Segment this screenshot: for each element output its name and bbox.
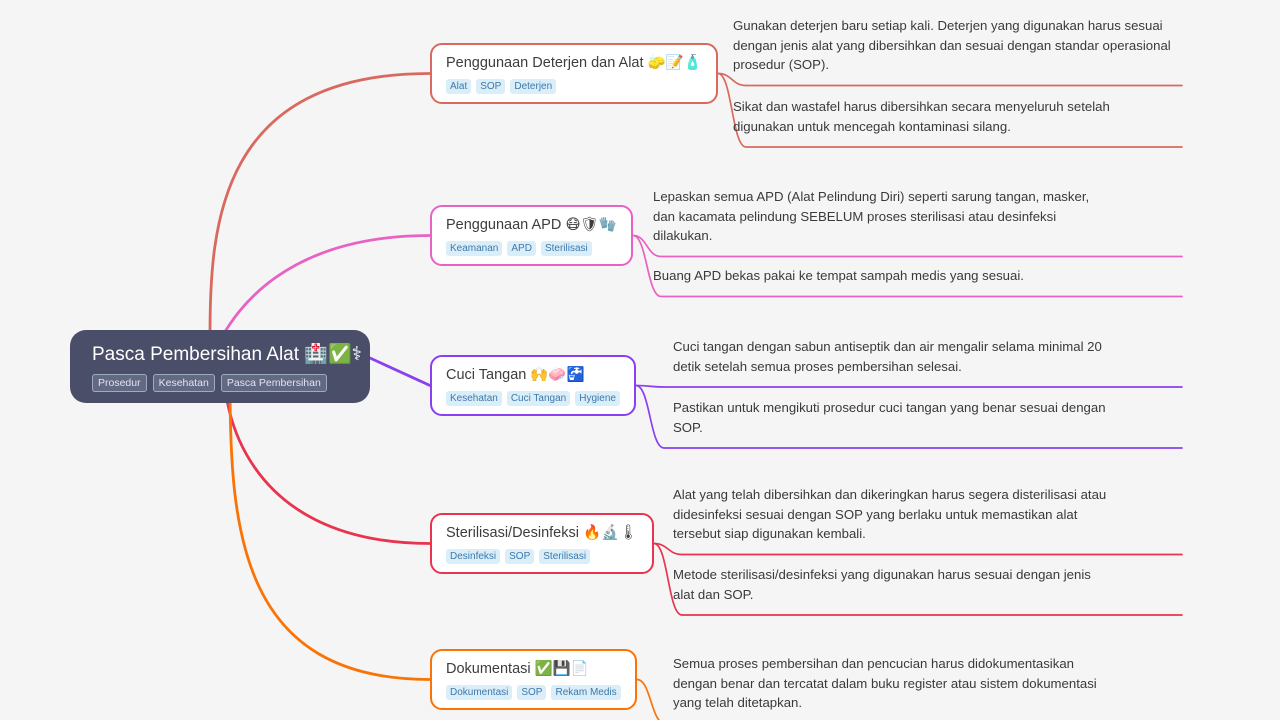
connector — [368, 356, 432, 387]
branch-node-tags: Alat SOP Deterjen — [446, 79, 702, 94]
branch-tag[interactable]: Rekam Medis — [551, 685, 621, 700]
branch-tag[interactable]: SOP — [517, 685, 547, 700]
branch-node[interactable]: Cuci Tangan 🙌🧼🚰 Kesehatan Cuci Tangan Hygie… — [430, 355, 636, 416]
connector — [223, 380, 432, 545]
connector — [213, 234, 432, 347]
connector — [228, 380, 432, 681]
branch-node-title: Dokumentasi ✅💾📄 — [446, 661, 589, 677]
root-tag[interactable]: Pasca Pembersihan — [220, 374, 327, 392]
branch-node-title: Penggunaan APD 😷🛡🧤 — [446, 217, 617, 233]
branch-node[interactable]: Penggunaan Deterjen dan Alat 🧽📝🧴 Alat SOP D… — [430, 43, 718, 104]
connector — [717, 72, 1183, 87]
root-tag[interactable]: Kesehatan — [152, 374, 215, 392]
branch-node-tags: Desinfeksi SOP Sterilisasi — [446, 549, 638, 564]
root-node-title: Pasca Pembersihan Alat 🏥✅⚕ — [92, 344, 362, 365]
branch-tag[interactable]: Dokumentasi — [446, 685, 513, 700]
branch-node-tags: Keamanan APD Sterilisasi — [446, 241, 617, 256]
connector — [653, 542, 1183, 556]
branch-tag[interactable]: Keamanan — [446, 241, 503, 256]
branch-tag[interactable]: APD — [507, 241, 536, 256]
branch-tag[interactable]: Hygiene — [575, 391, 620, 406]
mindmap-canvas: Pasca Pembersihan Alat 🏥✅⚕ Prosedur Keseh… — [0, 0, 1280, 720]
branch-node[interactable]: Sterilisasi/Desinfeksi 🔥🔬🌡 Desinfeksi SOP S… — [430, 513, 654, 574]
leaf-text: Lepaskan semua APD (Alat Pelindung Diri)… — [653, 189, 1090, 243]
leaf-node[interactable]: Semua proses pembersihan dan pencucian h… — [673, 654, 1113, 713]
branch-tag[interactable]: Desinfeksi — [446, 549, 501, 564]
leaf-text: Cuci tangan dengan sabun antiseptik dan … — [673, 339, 1102, 374]
branch-tag[interactable]: SOP — [476, 79, 506, 94]
branch-node-title: Cuci Tangan 🙌🧼🚰 — [446, 367, 585, 383]
branch-tag[interactable]: Sterilisasi — [540, 241, 592, 256]
leaf-node[interactable]: Cuci tangan dengan sabun antiseptik dan … — [673, 337, 1113, 376]
branch-node-title: Sterilisasi/Desinfeksi 🔥🔬🌡 — [446, 525, 638, 541]
branch-node[interactable]: Dokumentasi ✅💾📄 Dokumentasi SOP Rekam Medis — [430, 649, 637, 710]
leaf-node[interactable]: Lepaskan semua APD (Alat Pelindung Diri)… — [653, 187, 1098, 246]
leaf-text: Pastikan untuk mengikuti prosedur cuci t… — [673, 400, 1106, 435]
leaf-text: Metode sterilisasi/desinfeksi yang digun… — [673, 567, 1091, 602]
branch-tag[interactable]: Deterjen — [510, 79, 557, 94]
branch-tag[interactable]: Sterilisasi — [539, 549, 591, 564]
branch-tag[interactable]: Cuci Tangan — [506, 391, 571, 406]
leaf-text: Buang APD bekas pakai ke tempat sampah m… — [653, 268, 1024, 283]
leaf-node[interactable]: Metode sterilisasi/desinfeksi yang digun… — [673, 565, 1103, 604]
branch-tag[interactable]: Alat — [446, 79, 472, 94]
leaf-node[interactable]: Alat yang telah dibersihkan dan dikering… — [673, 485, 1125, 544]
branch-node-tags: Dokumentasi SOP Rekam Medis — [446, 685, 621, 700]
leaf-node[interactable]: Pastikan untuk mengikuti prosedur cuci t… — [673, 398, 1111, 437]
branch-node[interactable]: Penggunaan APD 😷🛡🧤 Keamanan APD Sterilisasi — [430, 205, 633, 266]
leaf-node[interactable]: Gunakan deterjen baru setiap kali. Deter… — [733, 16, 1183, 75]
leaf-node[interactable]: Sikat dan wastafel harus dibersihkan sec… — [733, 97, 1163, 136]
leaf-text: Sikat dan wastafel harus dibersihkan sec… — [733, 99, 1110, 134]
branch-node-tags: Kesehatan Cuci Tangan Hygiene — [446, 391, 620, 406]
root-node-tags: Prosedur Kesehatan Pasca Pembersihan — [92, 374, 354, 392]
leaf-text: Gunakan deterjen baru setiap kali. Deter… — [733, 18, 1171, 72]
connector — [208, 72, 432, 336]
leaf-text: Alat yang telah dibersihkan dan dikering… — [673, 487, 1107, 541]
branch-node-title: Penggunaan Deterjen dan Alat 🧽📝🧴 — [446, 55, 702, 71]
branch-tag[interactable]: SOP — [505, 549, 535, 564]
branch-tag[interactable]: Kesehatan — [446, 391, 502, 406]
connector — [635, 384, 1183, 388]
leaf-node[interactable]: Buang APD bekas pakai ke tempat sampah m… — [653, 266, 1028, 286]
root-tag[interactable]: Prosedur — [92, 374, 147, 392]
root-node[interactable]: Pasca Pembersihan Alat 🏥✅⚕ Prosedur Keseh… — [70, 330, 370, 403]
leaf-text: Semua proses pembersihan dan pencucian h… — [673, 656, 1097, 710]
